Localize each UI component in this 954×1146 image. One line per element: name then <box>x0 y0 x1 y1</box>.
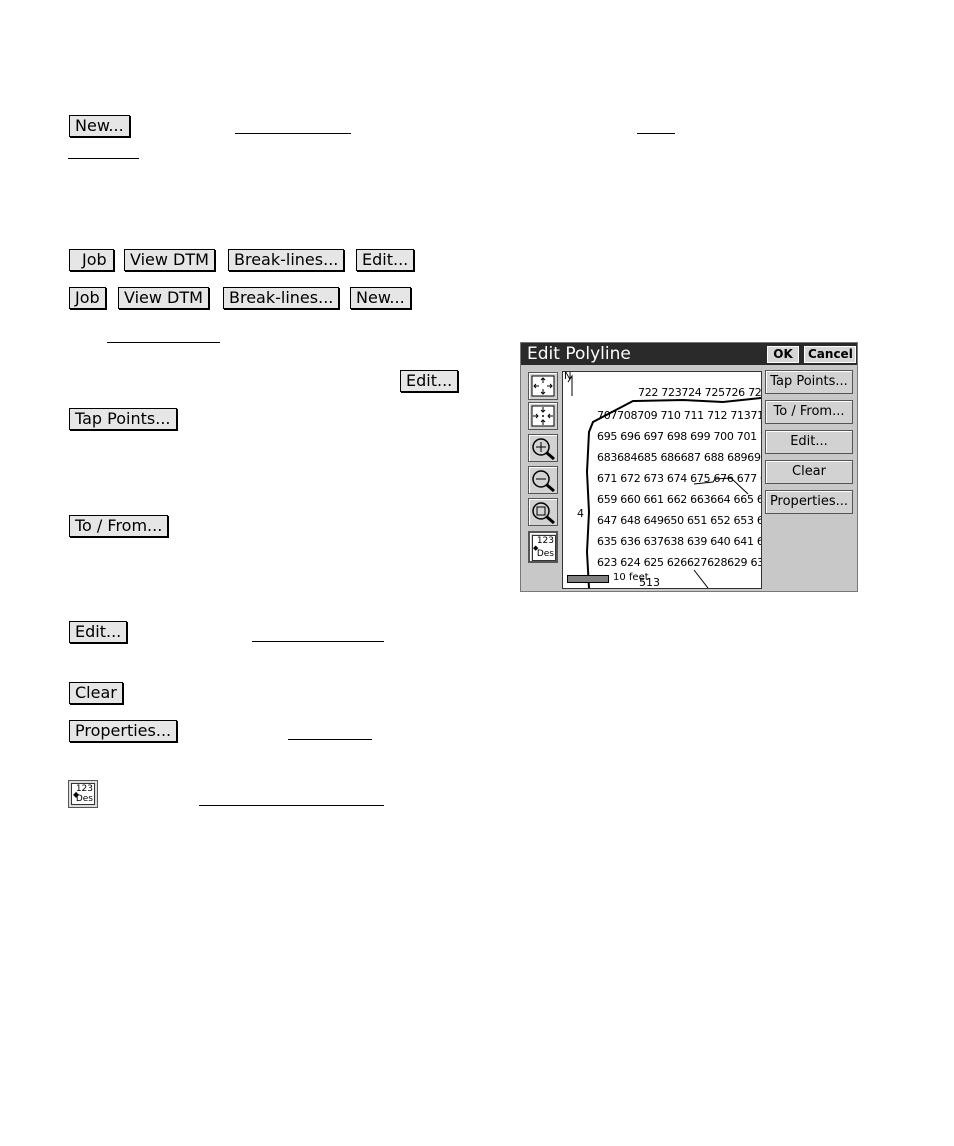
breadcrumb-edit-item[interactable]: Edit... <box>356 249 415 271</box>
link-underline[interactable] <box>252 641 384 642</box>
clear-button[interactable]: Clear <box>69 682 123 704</box>
point-display-toggle[interactable]: 123 ◆ Des <box>528 531 558 563</box>
tap-points-button[interactable]: Tap Points... <box>69 408 177 430</box>
breadcrumb-break-lines[interactable]: Break-lines... <box>228 249 345 271</box>
map-point-label: 4 <box>577 507 584 520</box>
link-underline[interactable] <box>288 739 372 740</box>
map-point-row: 635 636 637638 639 640 641 642 <box>597 535 762 548</box>
dialog-tap-points-button[interactable]: Tap Points... <box>765 370 853 394</box>
zoom-in-icon[interactable] <box>528 434 558 462</box>
zoom-extents-icon[interactable] <box>528 402 558 430</box>
breadcrumb-break-lines[interactable]: Break-lines... <box>223 287 340 309</box>
breadcrumb-new-item[interactable]: New... <box>350 287 411 309</box>
dialog-clear-button[interactable]: Clear <box>765 460 853 484</box>
link-underline[interactable] <box>68 158 139 159</box>
inline-edit-button[interactable]: Edit... <box>400 370 459 392</box>
edit-polyline-dialog: Edit Polyline OK Cancel 123 ◆ Des N 722 … <box>520 342 858 592</box>
map-point-row: 683684685 686687 688 689690 <box>597 451 762 464</box>
link-underline[interactable] <box>107 342 220 343</box>
dialog-title: Edit Polyline <box>527 344 631 364</box>
map-point-row: 707708709 710 711 712 713714 <box>597 409 762 422</box>
breadcrumb-view-dtm[interactable]: View DTM <box>118 287 209 309</box>
to-from-button[interactable]: To / From... <box>69 515 169 537</box>
dialog-to-from-button[interactable]: To / From... <box>765 400 853 424</box>
point-display-icon[interactable]: 123 ◆ Des <box>68 780 98 808</box>
ok-button[interactable]: OK <box>767 346 799 363</box>
cancel-button[interactable]: Cancel <box>804 346 856 363</box>
map-point-label: 513 <box>639 576 660 589</box>
map-point-row: 647 648 649650 651 652 653 654 <box>597 514 762 527</box>
breadcrumb-view-dtm[interactable]: View DTM <box>124 249 215 271</box>
map-point-row: 659 660 661 662 663664 665 666 <box>597 493 762 506</box>
breadcrumb-job[interactable]: Job <box>69 287 106 309</box>
edit-button[interactable]: Edit... <box>69 621 128 643</box>
link-underline[interactable] <box>235 133 351 134</box>
dialog-properties-button[interactable]: Properties... <box>765 490 853 514</box>
link-underline[interactable] <box>199 805 384 806</box>
new-button[interactable]: New... <box>69 115 130 137</box>
map-point-row: 623 624 625 626627628629 630 <box>597 556 762 569</box>
dialog-edit-button[interactable]: Edit... <box>765 430 853 454</box>
map-point-row: 722 723724 725726 727 <box>638 386 762 399</box>
properties-button[interactable]: Properties... <box>69 720 178 742</box>
scale-bar <box>567 575 609 583</box>
map-point-row: 671 672 673 674 675 676 677 678 <box>597 472 762 485</box>
dialog-titlebar: Edit Polyline OK Cancel <box>521 343 857 365</box>
pan-extents-icon[interactable] <box>528 372 558 400</box>
map-point-row: 695 696 697 698 699 700 701 702 <box>597 430 762 443</box>
breadcrumb-job[interactable]: Job <box>69 249 114 271</box>
zoom-window-icon[interactable] <box>528 498 558 526</box>
map-view[interactable]: N 722 723724 725726 727 707708709 710 71… <box>562 371 762 589</box>
link-underline[interactable] <box>637 133 675 134</box>
zoom-out-icon[interactable] <box>528 466 558 494</box>
